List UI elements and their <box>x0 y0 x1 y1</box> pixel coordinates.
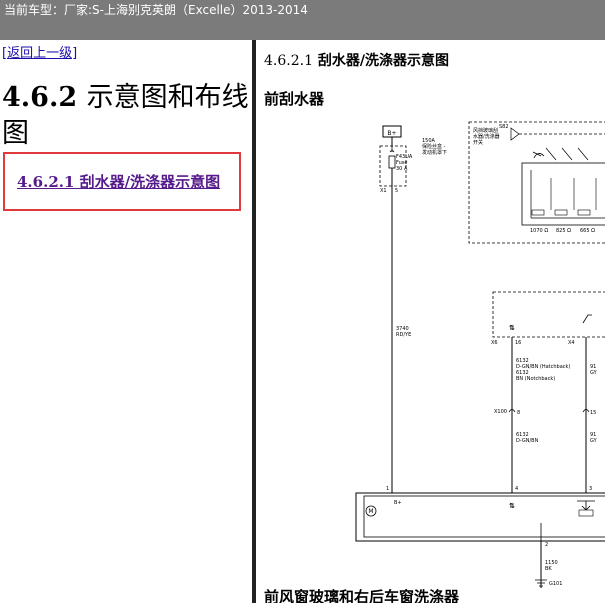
pin-2: 2 <box>545 542 548 548</box>
top-bar: 当前车型：厂家:S-上海别克英朗（Excelle）2013-2014 <box>0 0 605 40</box>
vehicle-prefix: 当前车型： <box>4 3 65 17</box>
nav-link-wiper-schematic[interactable]: 4.6.2.1 刮水器/洗涤器示意图 <box>17 171 220 192</box>
res-3-label: 665 Ω <box>580 228 595 234</box>
right-pane: 4.6.2.1 刮水器/洗涤器示意图 前刮水器 B+ 150A 保险丝盒 - 发… <box>256 40 605 603</box>
motor-ground-icon <box>577 500 595 511</box>
fuse-symbol <box>388 155 396 169</box>
wiper-schematic: B+ 150A 保险丝盒 - 发动机罩下 F43UA Fuse 30 A X1 … <box>355 121 605 588</box>
motor-arrows-icon: ⇅ <box>509 502 515 510</box>
pin-8: 8 <box>517 410 520 416</box>
control-switch-icon <box>582 314 592 324</box>
wire-rdye-label: RD/YE <box>396 332 411 338</box>
diagram-title-2: 前风窗玻璃和右后车窗洗涤器 <box>264 588 460 603</box>
res-1-label: 1070 Ω <box>530 228 548 234</box>
resistor-3 <box>577 209 591 216</box>
wire-gyb-label: GY <box>590 438 598 444</box>
section-title-num: 4.6.2 <box>2 82 78 113</box>
subsection-num: 4.6.2.1 <box>264 53 313 69</box>
pin-15: 15 <box>590 410 596 416</box>
back-link[interactable]: [返回上一级] <box>2 42 77 61</box>
conn-x6: X6 <box>491 340 498 346</box>
switch-desc-2: 水器/洗涤器 <box>473 133 500 140</box>
left-pane: [返回上一级] 4.6.2 示意图和布线图 4.6.2.1 刮水器/洗涤器示意图 <box>0 40 252 603</box>
pin-4: 4 <box>515 486 518 492</box>
section-title: 4.6.2 示意图和布线图 <box>2 80 250 152</box>
ground-label: G101 <box>549 581 562 587</box>
wire-gy-label: GY <box>590 370 598 376</box>
wire-bn-notch-label: BN (Notchback) <box>516 376 555 382</box>
fuse-rating: 30 A <box>396 166 408 172</box>
conn-x1: X1 <box>380 188 387 194</box>
switch-triangle-icon <box>510 127 520 141</box>
nav-highlight-box: 4.6.2.1 刮水器/洗涤器示意图 <box>3 152 241 211</box>
pin-5: 5 <box>395 188 398 194</box>
conn-x4: X4 <box>568 340 575 346</box>
subsection-text: 刮水器/洗涤器示意图 <box>317 53 449 69</box>
pin-16: 16 <box>515 340 521 346</box>
resistor-1 <box>531 209 545 216</box>
switch-num: S82 <box>499 124 509 130</box>
motor-bplus: B+ <box>394 500 402 506</box>
vehicle-info: 厂家:S-上海别克英朗（Excelle）2013-2014 <box>64 3 308 17</box>
power-label: B+ <box>387 130 396 137</box>
wiper-symbol-icon <box>532 151 545 159</box>
control-arrows-icon: ⇅ <box>509 324 515 332</box>
fuse-desc-2: 保险丝盒 - <box>422 143 446 150</box>
pin-3: 3 <box>589 486 592 492</box>
pin-1: 1 <box>386 486 389 492</box>
wire-bk-label: BK <box>545 566 552 572</box>
switch-body <box>521 162 605 226</box>
resistor-2 <box>554 209 568 216</box>
wire-dgnbn-label: D-GN/BN <box>516 438 539 444</box>
diagram-title: 前刮水器 <box>264 90 325 108</box>
res-2-label: 825 Ω <box>556 228 571 234</box>
conn-x100: X100 <box>494 409 507 415</box>
fuse-desc-3: 发动机罩下 <box>422 149 447 156</box>
switch-desc-1: 风挡玻璃刮 <box>473 127 498 134</box>
subsection-title: 4.6.2.1 刮水器/洗涤器示意图 <box>264 50 449 70</box>
switch-desc-3: 开关 <box>473 139 483 146</box>
motor-m: M <box>368 508 373 515</box>
